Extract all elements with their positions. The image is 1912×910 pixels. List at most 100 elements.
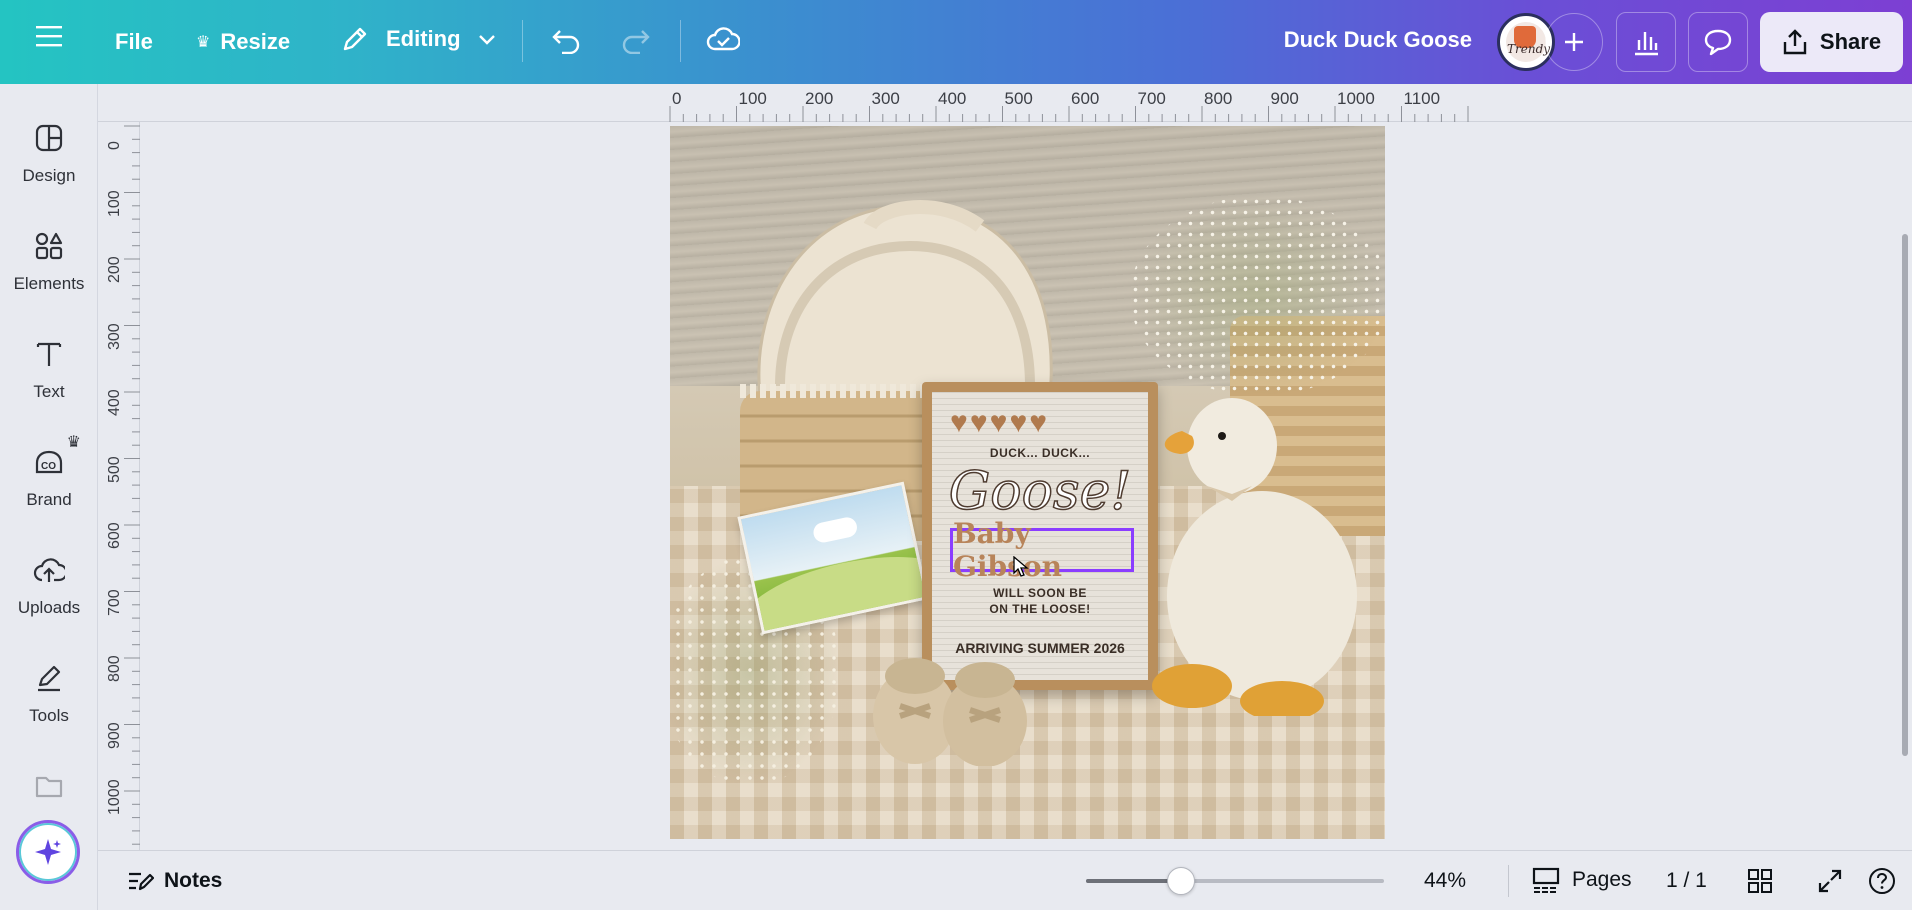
sidebar-item-tools[interactable]: Tools	[0, 660, 98, 726]
bottom-divider	[1508, 865, 1509, 897]
ruler-left-label: 100	[106, 189, 123, 217]
insights-button[interactable]	[1616, 12, 1676, 72]
elements-icon	[31, 228, 67, 264]
pages-label: Pages	[1572, 868, 1632, 891]
notes-button[interactable]: Notes	[126, 869, 222, 893]
ruler-left-label: 800	[106, 655, 123, 682]
notes-icon	[129, 872, 154, 891]
ruler-left-label: 0	[106, 141, 123, 150]
magic-assistant-button[interactable]	[16, 820, 80, 884]
top-ruler: 0 100 200 300 400 500 600 700 800 900 1000 1100	[98, 84, 1912, 122]
sidebar-item-label: Design	[22, 166, 76, 185]
board-line-loose[interactable]: ON THE LOOSE!	[932, 602, 1148, 616]
cloud-shape	[811, 515, 859, 545]
notes-label: Notes	[164, 869, 223, 892]
resize-label: Resize	[220, 29, 291, 54]
design-icon	[31, 120, 67, 156]
zoom-slider[interactable]	[1086, 879, 1384, 883]
sidebar-item-elements[interactable]: Elements	[0, 228, 98, 294]
share-label: Share	[1819, 29, 1882, 54]
brand-icon: CO ♛	[31, 434, 81, 480]
sparkle-icon	[35, 839, 61, 865]
expand-icon	[1818, 869, 1842, 893]
ruler-top-label: 100	[738, 89, 767, 108]
page-count[interactable]: 1 / 1	[1666, 869, 1707, 893]
comments-button[interactable]	[1688, 12, 1748, 72]
pencil-icon	[343, 27, 367, 51]
editing-mode-dropdown[interactable]: Editing	[340, 24, 497, 54]
undo-button[interactable]	[550, 26, 582, 54]
top-toolbar: File ♛ Resize Editing Duck Duck Goose Tr…	[0, 0, 1912, 84]
vertical-scrollbar[interactable]	[1902, 234, 1908, 756]
ruler-top-label: 0	[672, 89, 682, 108]
ruler-left-label: 200	[106, 256, 123, 283]
redo-button[interactable]	[620, 26, 652, 54]
crown-icon: ♛	[66, 434, 81, 451]
hearts-row: ♥♥♥♥♥	[950, 406, 1050, 439]
ruler-top-label: 300	[871, 89, 900, 108]
ruler-top-label: 900	[1270, 89, 1299, 108]
zoom-slider-handle[interactable]	[1167, 867, 1196, 895]
zoom-level[interactable]: 44%	[1424, 869, 1466, 893]
fullscreen-button[interactable]	[1814, 865, 1846, 897]
design-canvas[interactable]: ♥♥♥♥♥ DUCK... DUCK... Goose! Baby Gibson…	[670, 126, 1385, 839]
file-menu-button[interactable]: File	[115, 29, 153, 55]
ruler-left-label: 500	[106, 455, 123, 483]
sidebar-item-label: Uploads	[17, 598, 81, 617]
ruler-top-label: 200	[805, 89, 834, 108]
main-menu-button[interactable]	[36, 25, 62, 47]
resize-button[interactable]: ♛ Resize	[196, 29, 290, 55]
sidebar-item-design[interactable]: Design	[0, 120, 98, 186]
ruler-top-label: 500	[1004, 89, 1033, 108]
grid-icon	[1748, 869, 1772, 893]
bar-chart-icon	[1635, 32, 1658, 56]
design-title[interactable]: Duck Duck Goose	[1284, 27, 1472, 53]
save-status-button[interactable]	[706, 24, 740, 54]
ruler-top-label: 800	[1204, 89, 1233, 108]
ruler-left-label: 700	[106, 588, 123, 616]
ruler-top-label: 400	[938, 89, 967, 108]
left-ruler: 0 100 200 300 400 500 600 700 800 900 1000	[98, 122, 140, 850]
uploads-icon	[31, 552, 67, 588]
svg-text:CO: CO	[41, 461, 56, 472]
bottom-bar: Notes 44% Pages 1 / 1	[98, 850, 1912, 910]
pages-icon	[1532, 867, 1560, 893]
tools-icon	[31, 660, 67, 696]
sidebar-item-projects[interactable]	[0, 768, 98, 804]
sidebar-item-brand[interactable]: CO ♛ Brand	[0, 434, 98, 510]
pages-button[interactable]: Pages	[1532, 867, 1632, 893]
text-icon	[31, 336, 67, 372]
add-collaborator-button[interactable]	[1545, 13, 1603, 71]
folder-icon	[31, 768, 67, 804]
comment-icon	[1704, 29, 1732, 56]
sidebar-item-text[interactable]: Text	[0, 336, 98, 402]
mouse-cursor-icon	[1013, 556, 1029, 577]
toolbar-divider	[522, 20, 523, 62]
undo-icon	[552, 30, 580, 54]
toolbar-divider	[680, 20, 681, 62]
ruler-left-label: 900	[106, 721, 123, 749]
board-line-duck[interactable]: DUCK... DUCK...	[932, 446, 1148, 460]
babys-breath-flowers-image[interactable]	[1130, 196, 1385, 396]
ruler-top-label: 1000	[1337, 89, 1375, 108]
plush-duck-image[interactable]	[1152, 376, 1362, 716]
chevron-down-icon	[478, 35, 495, 45]
ruler-left-label: 300	[106, 322, 123, 350]
ruler-top-label: 700	[1137, 89, 1166, 108]
redo-icon	[622, 30, 650, 54]
knit-booties-image[interactable]	[860, 636, 1040, 766]
left-sidebar: Design Elements Text CO ♛ Brand Uploads …	[0, 84, 98, 910]
ruler-top-label: 1100	[1403, 89, 1441, 108]
cloud-check-icon	[706, 27, 740, 51]
sidebar-item-label: Text	[33, 382, 65, 401]
sidebar-item-uploads[interactable]: Uploads	[0, 552, 98, 618]
board-line-soon[interactable]: WILL SOON BE	[932, 586, 1148, 600]
crown-icon: ♛	[196, 34, 211, 51]
plus-icon	[1565, 33, 1583, 51]
help-button[interactable]	[1866, 865, 1898, 897]
board-name-text-selected[interactable]: Baby Gibson	[950, 517, 1134, 583]
share-button[interactable]: Share	[1760, 12, 1903, 72]
grid-view-button[interactable]	[1744, 865, 1776, 897]
ruler-top-label: 600	[1071, 89, 1100, 108]
board-goose-text[interactable]: Goose!	[932, 461, 1148, 523]
